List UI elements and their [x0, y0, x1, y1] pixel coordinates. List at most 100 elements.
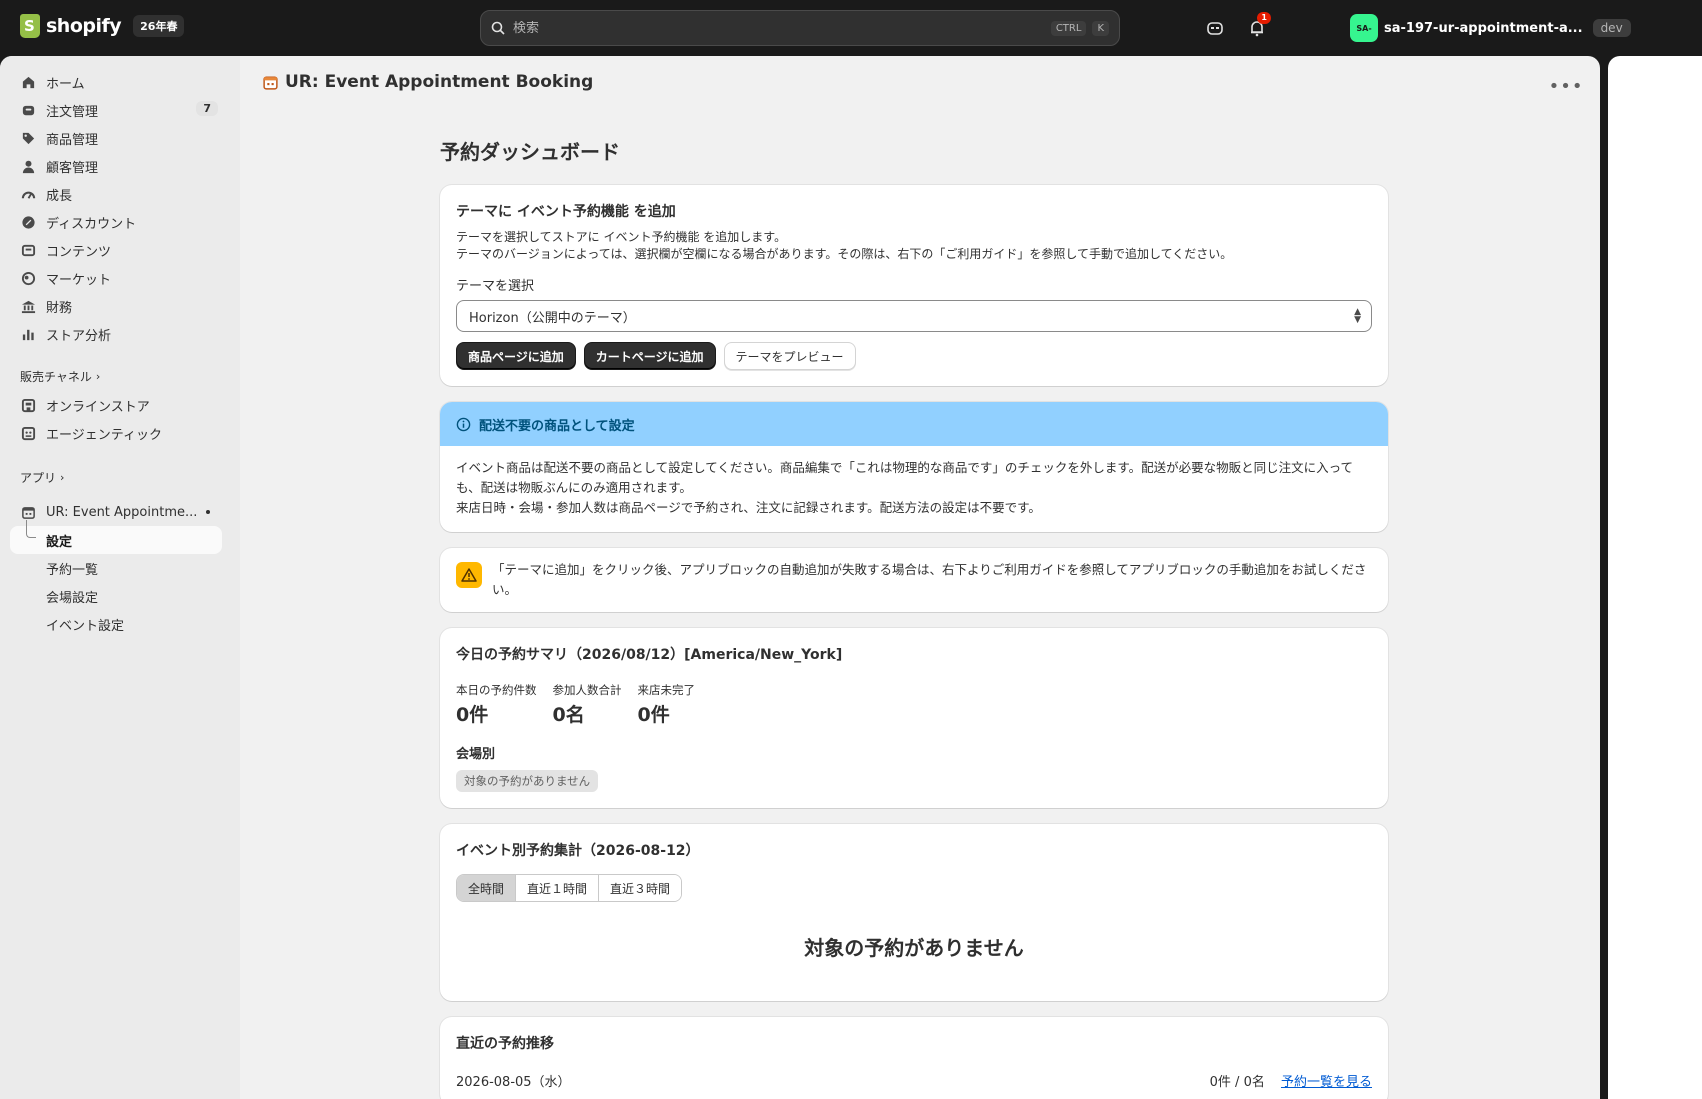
trend-date: 2026-08-05（水） [456, 1075, 571, 1090]
main-area: UR: Event Appointment Booking ••• 予約ダッシュ… [240, 56, 1600, 1099]
sidebar-item-label: 成長 [46, 188, 73, 204]
store-name: sa-197-ur-appointment-a... [1384, 20, 1583, 36]
sidebar-item-label: UR: Event Appointme... [46, 504, 198, 520]
preview-theme-button[interactable]: テーマをプレビュー [723, 342, 856, 370]
sidekick-button[interactable] [1203, 16, 1227, 40]
empty-venue-chip: 対象の予約がありません [456, 770, 599, 792]
sidebar-item-online-store[interactable]: オンラインストア [10, 391, 222, 419]
stat-value: 0件 [456, 704, 489, 726]
theme-card-line1: テーマを選択してストアに イベント予約機能 を追加します。 [456, 230, 787, 244]
logo-text: shopify [46, 15, 122, 37]
notifications-button[interactable]: 1 [1245, 12, 1271, 40]
banner-line2: 来店日時・会場・参加人数は商品ページで予約され、注文に記録されます。配送方法の設… [456, 500, 1041, 515]
admin-frame: ホーム 注文管理 7 商品管理 顧客管理 成長 ディスカウント コンテンツ マー… [0, 56, 1600, 1099]
sidebar-item-content[interactable]: コンテンツ [10, 236, 222, 264]
warning-banner: 「テーマに追加」をクリック後、アプリブロックの自動追加が失敗する場合は、右下より… [440, 548, 1388, 612]
sidebar-subitem-events[interactable]: イベント設定 [10, 610, 222, 638]
inbox-icon [20, 102, 36, 118]
apps-label: アプリ [20, 471, 57, 485]
sidebar-item-discounts[interactable]: ディスカウント [10, 208, 222, 236]
shopify-logo[interactable]: shopify 26年春 [20, 14, 185, 38]
trend-row: 2026-08-05（水） 0件 / 0名 予約一覧を見る [456, 1071, 1372, 1090]
banner-line1: イベント商品は配送不要の商品として設定してください。商品編集で「これは物理的な商… [456, 460, 1354, 495]
tab-last-3h[interactable]: 直近３時間 [599, 875, 682, 901]
sidebar-item-label: エージェンティック [46, 427, 162, 443]
search-input[interactable] [513, 20, 1045, 36]
sidebar-subitem-venues[interactable]: 会場設定 [10, 582, 222, 610]
ellipsis-icon: ••• [1548, 75, 1584, 97]
theme-select-label: テーマを選択 [456, 279, 535, 294]
sidebar-item-markets[interactable]: マーケット [10, 264, 222, 292]
app-title-bar: UR: Event Appointment Booking [262, 72, 593, 92]
store-env-badge: dev [1592, 19, 1631, 37]
sidebar: ホーム 注文管理 7 商品管理 顧客管理 成長 ディスカウント コンテンツ マー… [0, 56, 240, 1099]
chart-icon [20, 326, 36, 342]
store-switcher[interactable]: SA- sa-197-ur-appointment-a... dev [1350, 14, 1631, 42]
sidebar-item-customers[interactable]: 顧客管理 [10, 152, 222, 180]
stat-value: 0件 [637, 704, 670, 726]
warning-icon [456, 562, 482, 588]
stat-bookings: 本日の予約件数 0件 [456, 682, 537, 727]
notification-count: 1 [1257, 12, 1271, 24]
top-bar: shopify 26年春 CTRL K 1 SA- sa-197-ur-appo… [0, 0, 1702, 56]
theme-actions: 商品ページに追加 カートページに追加 テーマをプレビュー [456, 342, 1372, 370]
theme-select[interactable]: Horizon（公開中のテーマ） ▲ ▼ [456, 300, 1372, 332]
sidekick-icon [1207, 22, 1223, 35]
sidebar-subitem-label: 会場設定 [46, 590, 99, 606]
sidebar-subitem-label: イベント設定 [46, 618, 125, 634]
search-bar[interactable]: CTRL K [480, 10, 1120, 46]
sidebar-item-products[interactable]: 商品管理 [10, 124, 222, 152]
tab-all-time[interactable]: 全時間 [457, 875, 517, 901]
tab-last-1h[interactable]: 直近１時間 [516, 875, 600, 901]
stat-participants: 参加人数合計 0名 [553, 682, 622, 727]
stat-value: 0名 [552, 704, 585, 726]
select-arrows-icon: ▲ ▼ [1354, 307, 1361, 325]
by-venue-label: 会場別 [456, 747, 496, 762]
page-content: 予約ダッシュボード テーマに イベント予約機能 を追加 テーマを選択してストアに… [440, 136, 1388, 1099]
sidebar-subitem-bookings[interactable]: 予約一覧 [10, 554, 222, 582]
sales-channels-header[interactable]: 販売チャネル › [20, 368, 240, 385]
add-to-product-page-button[interactable]: 商品ページに追加 [456, 342, 576, 370]
info-icon [456, 417, 471, 431]
theme-select-value: Horizon（公開中のテーマ） [469, 310, 636, 326]
sidebar-item-label: ストア分析 [46, 328, 112, 344]
stat-label: 本日の予約件数 [456, 683, 537, 697]
sidebar-item-analytics[interactable]: ストア分析 [10, 320, 222, 348]
apps-header[interactable]: アプリ › [20, 469, 240, 486]
shipping-info-banner: 配送不要の商品として設定 イベント商品は配送不要の商品として設定してください。商… [440, 402, 1388, 532]
sidebar-item-growth[interactable]: 成長 [10, 180, 222, 208]
banner-title: 配送不要の商品として設定 [479, 418, 635, 434]
sidebar-item-orders[interactable]: 注文管理 7 [10, 96, 222, 124]
tag-icon [20, 130, 36, 146]
banner-body: イベント商品は配送不要の商品として設定してください。商品編集で「これは物理的な商… [440, 446, 1388, 532]
add-to-cart-page-button[interactable]: カートページに追加 [583, 342, 716, 370]
sidebar-item-home[interactable]: ホーム [10, 68, 222, 96]
sidebar-item-label: 商品管理 [46, 132, 99, 148]
sidebar-item-app[interactable]: UR: Event Appointme... [10, 498, 222, 526]
theme-card-title: テーマに イベント予約機能 を追加 [456, 204, 676, 220]
sidebar-item-label: 顧客管理 [46, 160, 99, 176]
chevron-right-icon: › [60, 471, 65, 484]
gauge-icon [20, 186, 36, 202]
globe-icon [20, 270, 36, 286]
orders-count-badge: 7 [196, 101, 218, 116]
recent-title: 直近の予約推移 [456, 1036, 554, 1052]
app-status-dot [206, 510, 210, 514]
search-icon [491, 21, 505, 35]
sidebar-subitem-label: 予約一覧 [46, 562, 99, 578]
view-bookings-link[interactable]: 予約一覧を見る [1281, 1075, 1372, 1090]
event-summary-title: イベント別予約集計（2026-08-12） [456, 843, 700, 859]
edition-badge: 26年春 [133, 15, 185, 37]
stat-not-visited: 来店未完了 0件 [638, 682, 696, 727]
empty-state-message: 対象の予約がありません [804, 936, 1024, 960]
more-actions-button[interactable]: ••• [1549, 72, 1583, 100]
sidebar-item-label: コンテンツ [46, 244, 112, 260]
sidebar-subitem-settings[interactable]: 設定 [10, 520, 222, 554]
store-avatar: SA- [1350, 14, 1378, 42]
sidebar-item-label: ホーム [46, 76, 85, 92]
summary-stats: 本日の予約件数 0件 参加人数合計 0名 来店未完了 0件 [456, 682, 1372, 727]
stat-label: 来店未完了 [637, 683, 696, 697]
sidebar-item-finance[interactable]: 財務 [10, 292, 222, 320]
sidebar-item-agentic[interactable]: エージェンティック [10, 419, 222, 447]
tree-connector-icon [26, 520, 36, 538]
